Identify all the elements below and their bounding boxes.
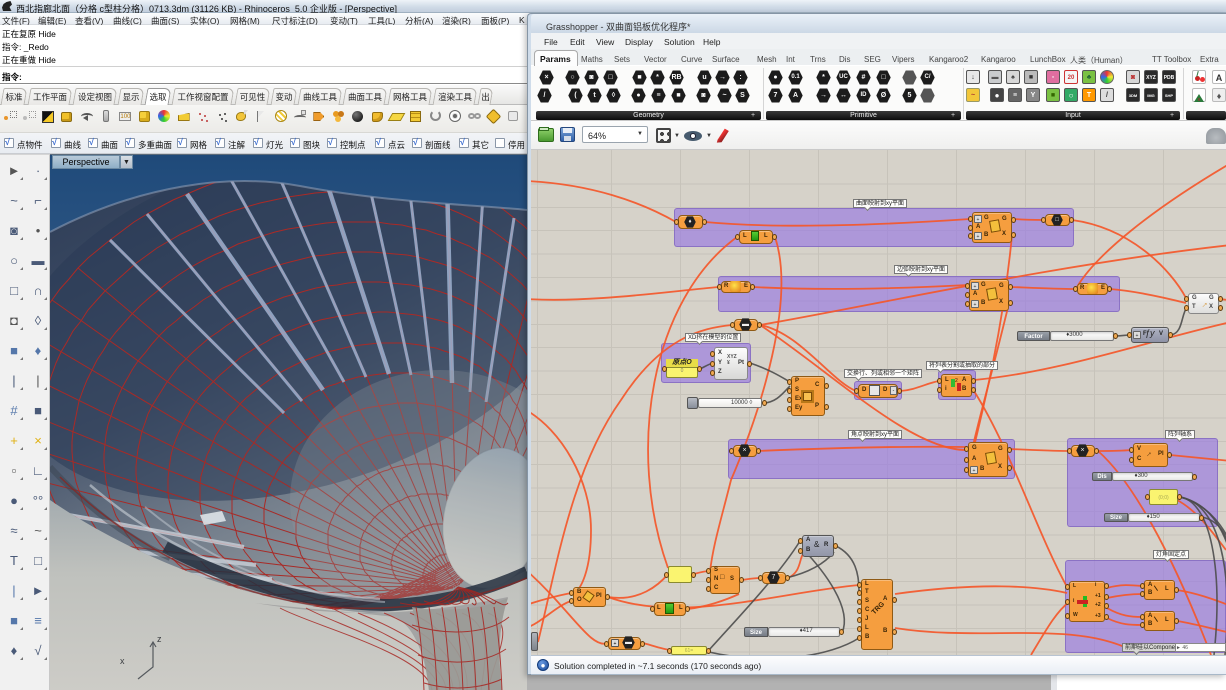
svg-text:z: z: [157, 634, 162, 644]
svg-text:x: x: [120, 656, 125, 666]
